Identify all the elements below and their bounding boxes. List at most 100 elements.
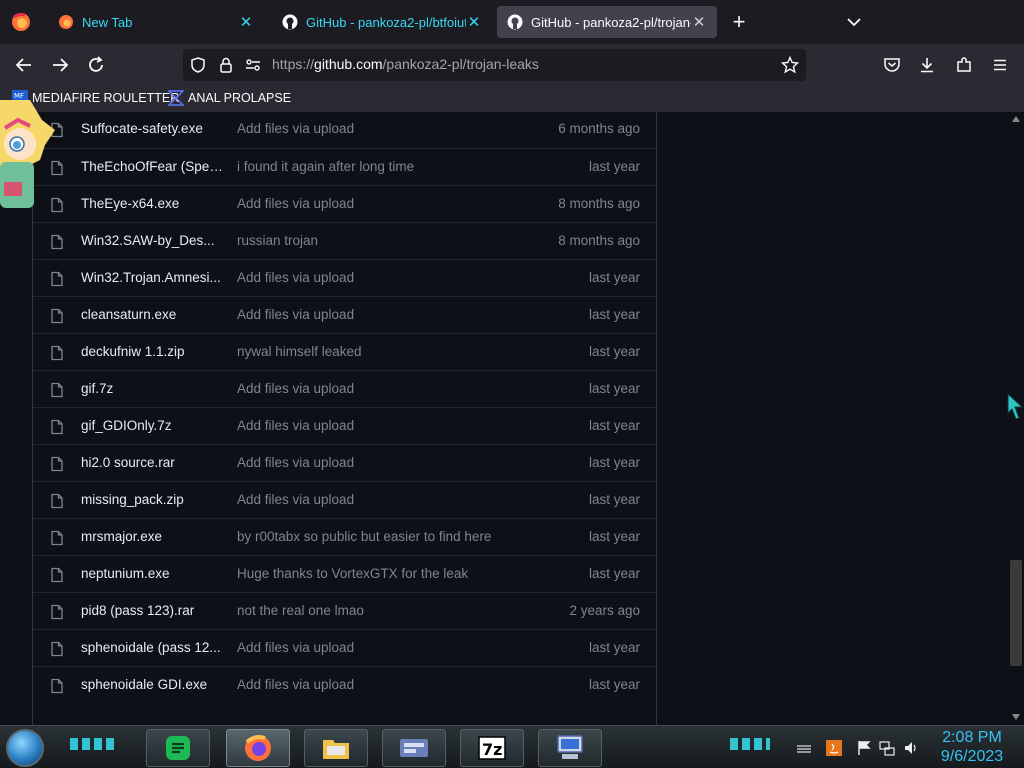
tab-new-tab[interactable]: New Tab ✕ (48, 6, 264, 38)
file-name-link[interactable]: gif.7z (81, 381, 223, 396)
url-bar[interactable]: https://github.com/pankoza2-pl/trojan-le… (183, 49, 806, 81)
lock-icon[interactable] (217, 56, 235, 74)
file-row[interactable]: hi2.0 source.rar Add files via upload last… (33, 444, 656, 481)
scroll-thumb[interactable] (1010, 560, 1022, 666)
file-row[interactable]: Win32.Trojan.Amnesi... Add files via uplo… (33, 259, 656, 296)
file-icon (51, 308, 63, 324)
commit-message-link[interactable]: Add files via upload (237, 381, 537, 396)
commit-message-link[interactable]: Add files via upload (237, 418, 537, 433)
file-name-link[interactable]: gif_GDIOnly.7z (81, 418, 223, 433)
taskbar-app-control-panel[interactable] (382, 729, 446, 767)
pocket-button[interactable] (878, 51, 906, 79)
commit-message-link[interactable]: Add files via upload (237, 455, 537, 470)
file-row[interactable]: sphenoidale GDI.exe Add files via upload l… (33, 666, 656, 703)
file-row[interactable]: TheEchoOfFear (Spec... i found it again a… (33, 148, 656, 185)
file-row[interactable]: pid8 (pass 123).rar not the real one lmao… (33, 592, 656, 629)
permissions-icon[interactable] (244, 56, 262, 74)
start-button[interactable] (6, 729, 44, 767)
commit-message-link[interactable]: Add files via upload (237, 307, 537, 322)
commit-message-link[interactable]: Add files via upload (237, 492, 537, 507)
file-row[interactable]: sphenoidale (pass 12... Add files via upl… (33, 629, 656, 666)
file-row[interactable]: Win32.SAW-by_Des... russian trojan 8 month… (33, 222, 656, 259)
scroll-up-arrow[interactable] (1012, 116, 1020, 122)
commit-message-link[interactable]: russian trojan (237, 233, 537, 248)
file-row[interactable]: missing_pack.zip Add files via upload last… (33, 481, 656, 518)
firefox-view-button[interactable] (10, 11, 32, 33)
extensions-button[interactable] (950, 51, 978, 79)
list-all-tabs-button[interactable] (844, 12, 864, 32)
commit-message-link[interactable]: Add files via upload (237, 640, 537, 655)
close-icon[interactable]: ✕ (238, 14, 254, 31)
commit-age: last year (588, 455, 640, 470)
taskbar-app-notes[interactable] (146, 729, 210, 767)
commit-message-link[interactable]: not the real one lmao (237, 603, 537, 618)
url-text[interactable]: https://github.com/pankoza2-pl/trojan-le… (272, 56, 539, 72)
close-icon[interactable]: ✕ (466, 14, 482, 31)
github-icon (282, 14, 298, 30)
downloads-button[interactable] (913, 51, 941, 79)
file-name-link[interactable]: sphenoidale (pass 12... (81, 640, 223, 655)
file-name-link[interactable]: Win32.Trojan.Amnesi... (81, 270, 223, 285)
file-name-link[interactable]: mrsmajor.exe (81, 529, 223, 544)
bookmark-item[interactable]: ANAL PROLAPSE (168, 90, 291, 106)
taskbar-app-firefox[interactable] (226, 729, 290, 767)
file-row[interactable]: TheEye-x64.exe Add files via upload 8 mont… (33, 185, 656, 222)
action-center-flag[interactable] (856, 740, 872, 756)
file-explorer-icon (323, 740, 349, 759)
volume-control[interactable] (903, 740, 919, 756)
file-row[interactable]: deckufniw 1.1.zip nywal himself leaked las… (33, 333, 656, 370)
file-name-link[interactable]: TheEchoOfFear (Spec... (81, 159, 223, 174)
file-name-link[interactable]: missing_pack.zip (81, 492, 223, 507)
url-scheme: https:// (272, 56, 315, 72)
commit-age: last year (588, 270, 640, 285)
taskbar-app-file-explorer[interactable] (304, 729, 368, 767)
file-icon (51, 234, 63, 250)
file-row[interactable]: cleansaturn.exe Add files via upload last … (33, 296, 656, 333)
file-row[interactable]: gif_GDIOnly.7z Add files via upload last y… (33, 407, 656, 444)
commit-message-link[interactable]: Huge thanks to VortexGTX for the leak (237, 566, 537, 581)
back-button[interactable] (10, 51, 38, 79)
commit-message-link[interactable]: by r00tabx so public but easier to find … (237, 529, 537, 544)
commit-message-link[interactable]: i found it again after long time (237, 159, 537, 174)
tab-github-trojan-leaks[interactable]: GitHub - pankoza2-pl/trojan-le ✕ (497, 6, 717, 38)
file-name-link[interactable]: sphenoidale GDI.exe (81, 677, 223, 692)
taskbar-app-remote-desktop[interactable] (538, 729, 602, 767)
file-row[interactable]: Suffocate-safety.exe Add files via upload… (33, 112, 656, 148)
close-icon[interactable]: ✕ (691, 14, 707, 31)
url-path: /pankoza2-pl/trojan-leaks (382, 56, 539, 72)
file-name-link[interactable]: deckufniw 1.1.zip (81, 344, 223, 359)
file-row[interactable]: mrsmajor.exe by r00tabx so public but eas… (33, 518, 656, 555)
taskbar-app-7zip[interactable]: 7z (460, 729, 524, 767)
clock-time: 2:08 PM (942, 729, 1002, 746)
file-name-link[interactable]: pid8 (pass 123).rar (81, 603, 223, 618)
scroll-down-arrow[interactable] (1012, 714, 1020, 720)
system-clock[interactable]: 2:08 PM 9/6/2023 (930, 728, 1014, 766)
show-hidden-icons[interactable] (796, 740, 812, 756)
commit-message-link[interactable]: nywal himself leaked (237, 344, 537, 359)
star-icon[interactable] (781, 56, 799, 74)
file-name-link[interactable]: cleansaturn.exe (81, 307, 223, 322)
file-icon (51, 419, 63, 435)
commit-message-link[interactable]: Add files via upload (237, 121, 537, 136)
commit-message-link[interactable]: Add files via upload (237, 270, 537, 285)
tab-github-btfoiuth[interactable]: GitHub - pankoza2-pl/btfoiuth ✕ (272, 6, 492, 38)
commit-message-link[interactable]: Add files via upload (237, 196, 537, 211)
file-name-link[interactable]: hi2.0 source.rar (81, 455, 223, 470)
stack-icon (797, 745, 811, 753)
file-row[interactable]: gif.7z Add files via upload last year (33, 370, 656, 407)
file-name-link[interactable]: Suffocate-safety.exe (81, 121, 223, 136)
chevron-down-icon (847, 18, 861, 27)
tray-app[interactable] (826, 740, 842, 756)
file-icon (51, 456, 63, 472)
menu-button[interactable] (986, 51, 1014, 79)
file-name-link[interactable]: TheEye-x64.exe (81, 196, 223, 211)
shield-icon[interactable] (189, 56, 207, 74)
network-status[interactable] (879, 740, 895, 756)
reload-button[interactable] (82, 51, 110, 79)
new-tab-button[interactable]: + (729, 11, 749, 33)
commit-message-link[interactable]: Add files via upload (237, 677, 537, 692)
file-name-link[interactable]: neptunium.exe (81, 566, 223, 581)
file-name-link[interactable]: Win32.SAW-by_Des... (81, 233, 223, 248)
forward-button[interactable] (46, 51, 74, 79)
file-row[interactable]: neptunium.exe Huge thanks to VortexGTX fo… (33, 555, 656, 592)
